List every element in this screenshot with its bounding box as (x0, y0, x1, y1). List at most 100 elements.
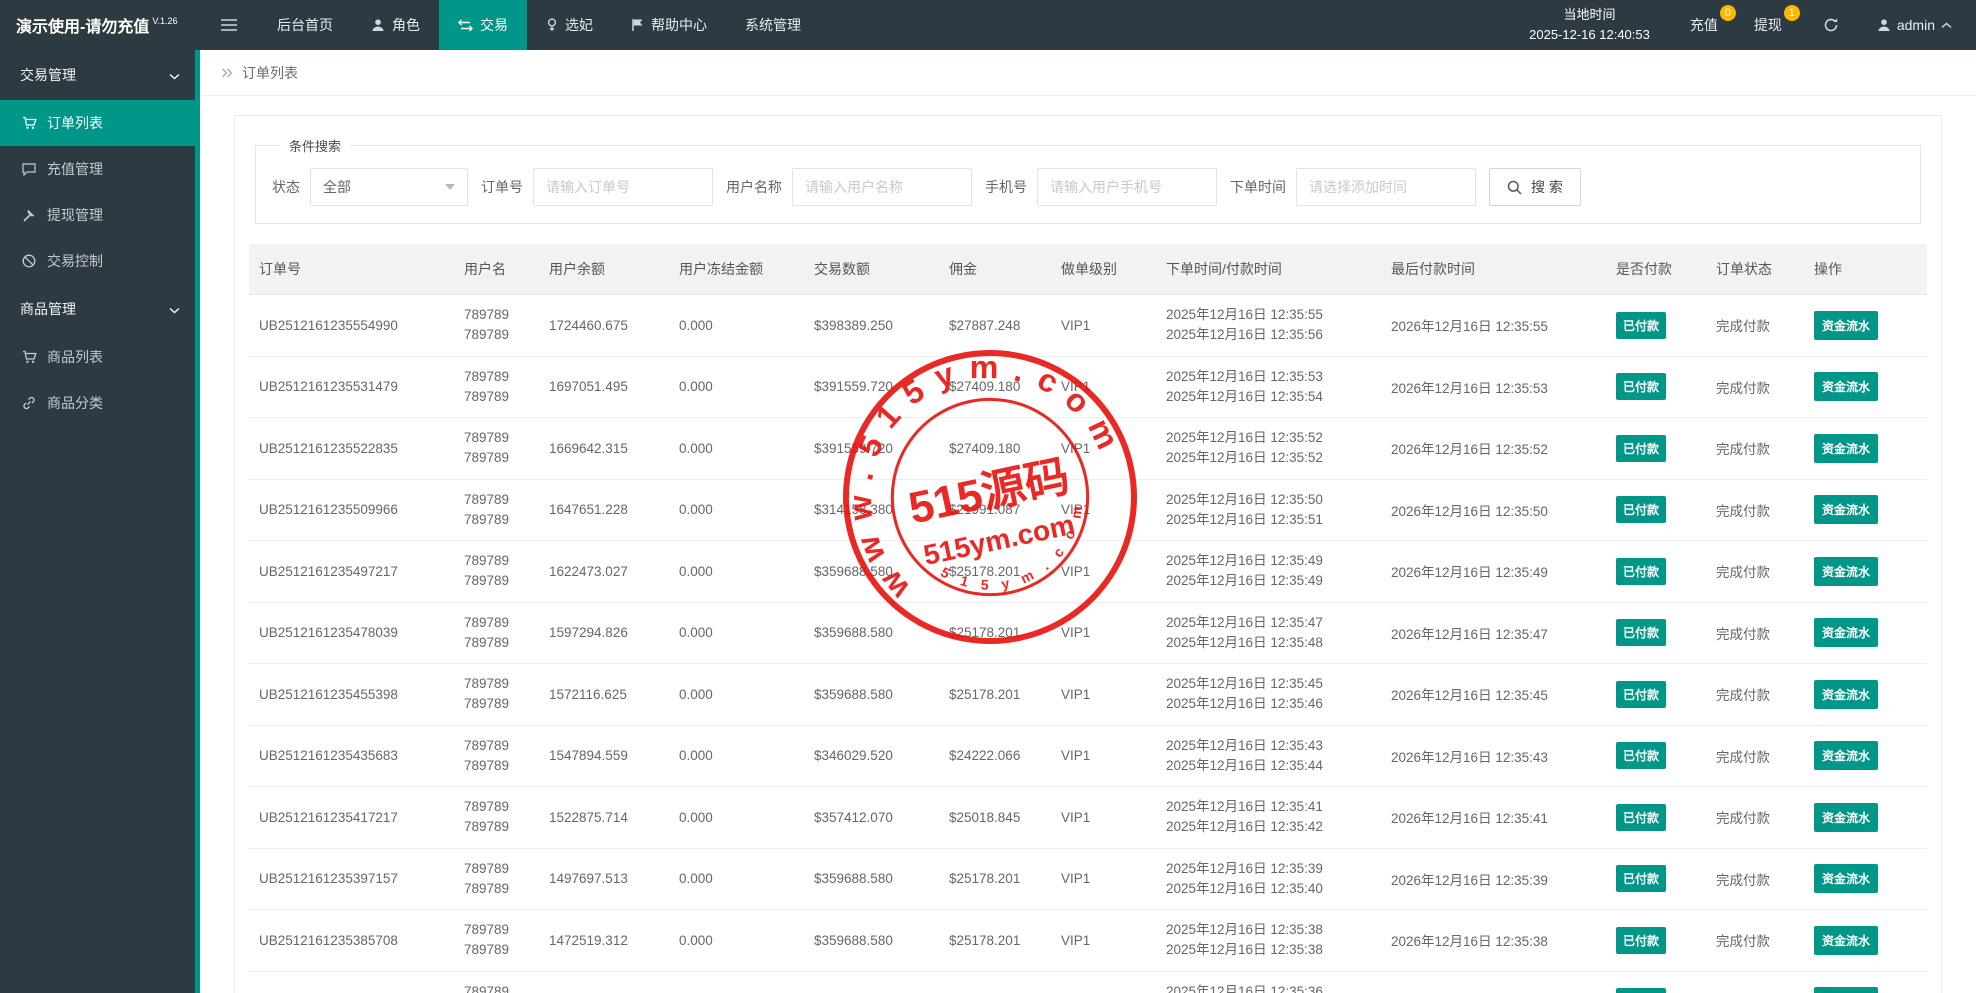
status-select[interactable]: 全部 (310, 168, 468, 206)
action-cell: 资金流水 (1804, 294, 1927, 357)
app-version: V.1.26 (152, 16, 178, 26)
last-pay-time-cell: 2026年12月16日 12:35:50 (1381, 479, 1606, 541)
phone-input[interactable] (1037, 168, 1217, 206)
level-cell: VIP1 (1051, 663, 1156, 726)
sidebar-group-trade-management[interactable]: 交易管理 (0, 50, 200, 100)
order-status-cell: 完成付款 (1706, 786, 1804, 849)
nav-item-xuanfei[interactable]: 选妃 (527, 0, 612, 50)
frozen-cell: 0.000 (669, 971, 804, 993)
status-label: 状态 (272, 179, 300, 195)
sidebar-group-product-management[interactable]: 商品管理 (0, 284, 200, 334)
amount-cell: $357412.070 (804, 786, 939, 849)
fund-flow-button[interactable]: 资金流水 (1814, 372, 1879, 402)
commission-cell: $25178.201 (939, 602, 1051, 664)
fund-flow-button[interactable]: 资金流水 (1814, 925, 1879, 955)
recharge-button[interactable]: 充值 0 (1676, 0, 1740, 50)
recharge-label: 充值 (1689, 17, 1718, 33)
sidebar-item-order-list[interactable]: 订单列表 (0, 100, 200, 146)
fund-flow-button[interactable]: 资金流水 (1814, 679, 1879, 709)
action-cell: 资金流水 (1804, 725, 1927, 787)
username-input[interactable] (792, 168, 972, 206)
column-header: 佣金 (939, 244, 1051, 295)
chevron-down-icon (169, 67, 180, 83)
order-status-cell: 完成付款 (1706, 417, 1804, 480)
nav-item-system[interactable]: 系统管理 (726, 0, 820, 50)
commission-cell: $21991.087 (939, 479, 1051, 541)
username-cell: 789789 789789 (454, 663, 539, 726)
sidebar-scrollbar[interactable] (195, 50, 200, 993)
last-pay-time-cell: 2026年12月16日 12:35:43 (1381, 725, 1606, 787)
username-cell: 789789 789789 (454, 602, 539, 664)
nav-item-help[interactable]: 帮助中心 (612, 0, 726, 50)
balance-cell: 1497697.513 (539, 848, 669, 910)
phone-filter: 手机号 (985, 168, 1217, 206)
admin-label: admin (1896, 17, 1935, 33)
nav-item-home[interactable]: 后台首页 (258, 0, 352, 50)
fund-flow-button[interactable]: 资金流水 (1814, 987, 1879, 993)
order-row: UB2512161235554990 789789 789789 1724460… (249, 294, 1927, 357)
frozen-cell: 0.000 (669, 725, 804, 787)
order-row: UB2512161235435683 789789 789789 1547894… (249, 725, 1927, 787)
search-button[interactable]: 搜 索 (1489, 168, 1581, 206)
balance-cell: 1572116.625 (539, 663, 669, 726)
fund-flow-button[interactable]: 资金流水 (1814, 433, 1879, 463)
level-cell: VIP1 (1051, 725, 1156, 787)
last-pay-time-cell: 2026年12月16日 12:35:52 (1381, 417, 1606, 480)
paid-badge: 已付款 (1616, 926, 1667, 954)
order-no-input[interactable] (533, 168, 713, 206)
fund-flow-button[interactable]: 资金流水 (1814, 864, 1879, 894)
action-cell: 资金流水 (1804, 848, 1927, 910)
order-pay-time-cell: 2025年12月16日 12:35:41 2025年12月16日 12:35:4… (1156, 786, 1381, 849)
sidebar-item-trade-control-label: 交易控制 (47, 253, 103, 269)
balance-cell: 1597294.826 (539, 602, 669, 664)
breadcrumb-current: 订单列表 (242, 64, 298, 81)
paid-badge: 已付款 (1616, 434, 1667, 462)
amount-cell: $359688.580 (804, 971, 939, 993)
fund-flow-button[interactable]: 资金流水 (1814, 556, 1879, 586)
order-row: UB2512161235531479 789789 789789 1697051… (249, 356, 1927, 418)
withdraw-button[interactable]: 提现 1 (1740, 0, 1804, 50)
username-label: 用户名称 (726, 179, 782, 195)
cart-icon (21, 350, 37, 364)
paid-badge: 已付款 (1616, 803, 1667, 831)
nav-item-trade[interactable]: 交易 (439, 0, 527, 50)
order-time-input[interactable] (1296, 168, 1476, 206)
refresh-button[interactable] (1804, 0, 1858, 50)
fund-flow-button[interactable]: 资金流水 (1814, 618, 1879, 648)
order-row: UB2512161235365948 789789 789789 1447341… (249, 971, 1927, 993)
paid-badge: 已付款 (1616, 619, 1667, 647)
sidebar-item-recharge-management[interactable]: 充值管理 (0, 146, 200, 192)
order-row: UB2512161235417217 789789 789789 1522875… (249, 786, 1927, 849)
column-header: 用户冻结金额 (669, 244, 804, 295)
sidebar-item-trade-control[interactable]: 交易控制 (0, 238, 200, 284)
paid-badge: 已付款 (1616, 680, 1667, 708)
last-pay-time-cell: 2026年12月16日 12:35:53 (1381, 356, 1606, 418)
nav-item-role[interactable]: 角色 (352, 0, 439, 50)
admin-menu[interactable]: admin (1858, 0, 1976, 50)
fund-flow-button[interactable]: 资金流水 (1814, 495, 1879, 525)
sidebar-item-product-category[interactable]: 商品分类 (0, 380, 200, 426)
paid-status-cell: 已付款 (1606, 294, 1706, 357)
sidebar-item-withdraw-management[interactable]: 提现管理 (0, 192, 200, 238)
sidebar-item-product-list[interactable]: 商品列表 (0, 334, 200, 380)
hammer-icon (21, 208, 37, 222)
withdraw-badge: 1 (1783, 5, 1800, 21)
frozen-cell: 0.000 (669, 294, 804, 357)
username-cell: 789789 789789 (454, 294, 539, 357)
search-fieldset: 条件搜索 状态 全部 订单号 用户名称 手 (255, 136, 1921, 224)
balance-cell: 1647651.228 (539, 479, 669, 541)
double-chevron-icon (221, 68, 234, 78)
action-cell: 资金流水 (1804, 479, 1927, 541)
sidebar-item-product-list-label: 商品列表 (47, 349, 103, 365)
hamburger-button[interactable] (200, 0, 258, 50)
order-status-cell: 完成付款 (1706, 909, 1804, 972)
fund-flow-button[interactable]: 资金流水 (1814, 310, 1879, 340)
order-no-cell: UB2512161235417217 (249, 786, 454, 849)
sidebar-item-withdraw-label: 提现管理 (47, 207, 103, 223)
paid-status-cell: 已付款 (1606, 479, 1706, 541)
action-cell: 资金流水 (1804, 417, 1927, 480)
order-no-cell: UB2512161235531479 (249, 356, 454, 418)
fund-flow-button[interactable]: 资金流水 (1814, 741, 1879, 771)
fund-flow-button[interactable]: 资金流水 (1814, 802, 1879, 832)
nav-item-system-label: 系统管理 (745, 17, 801, 33)
